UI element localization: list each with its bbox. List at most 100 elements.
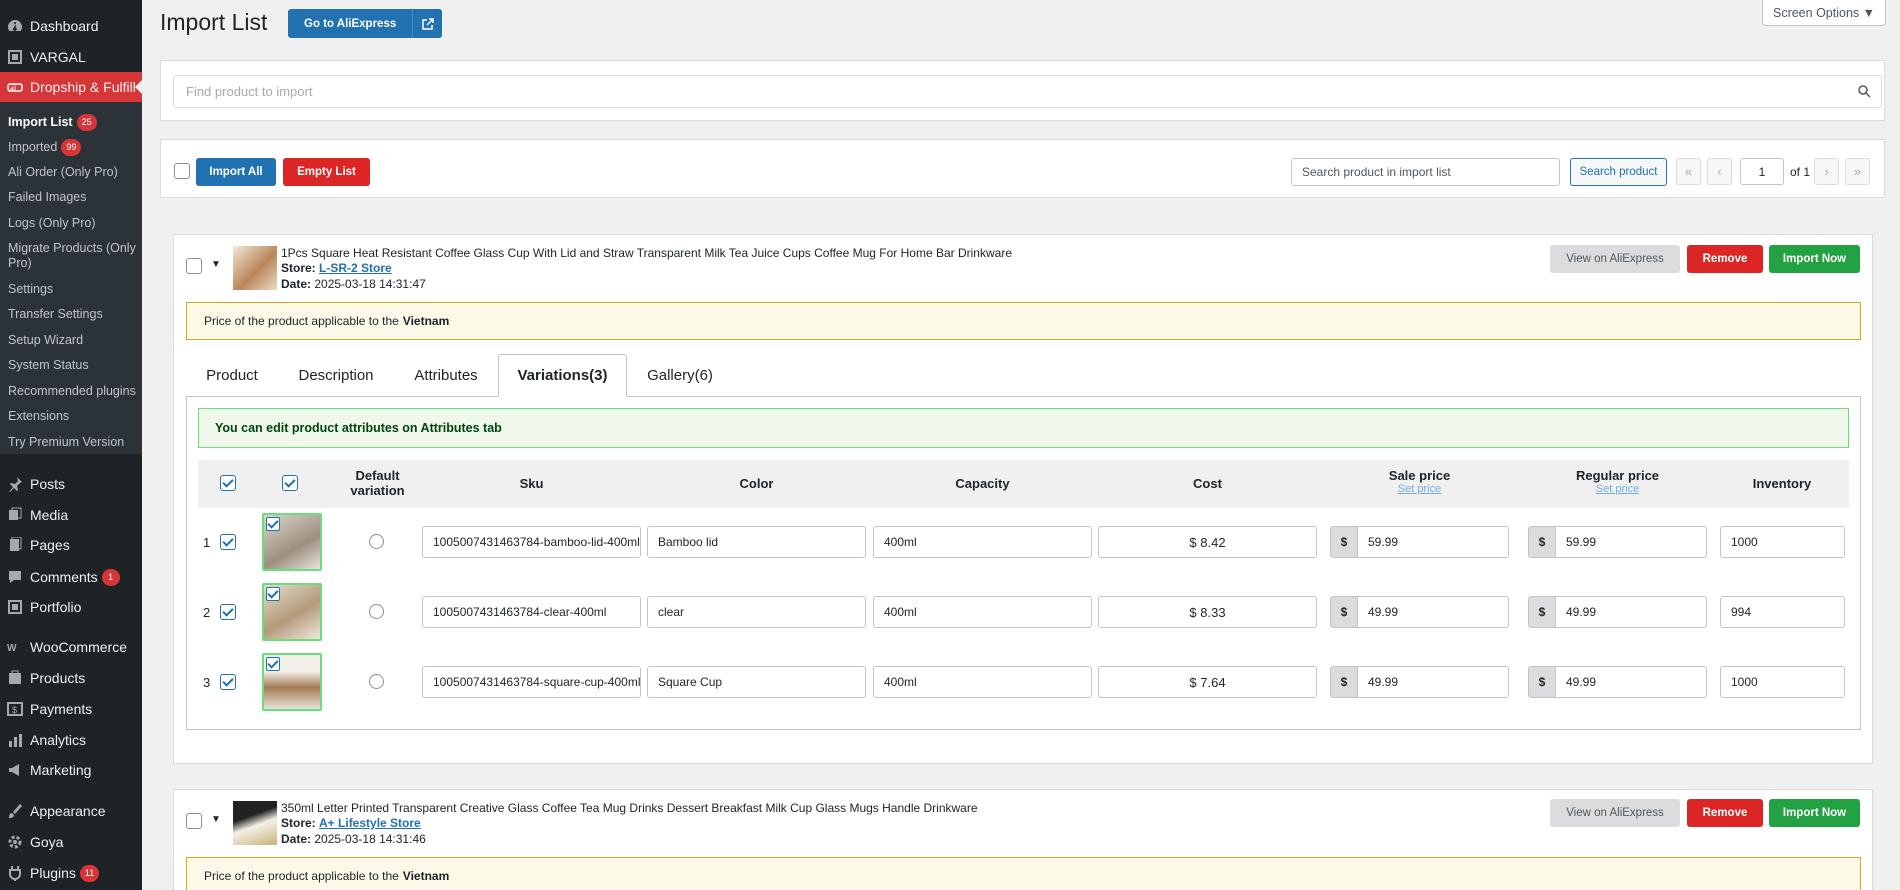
sidebar-item-analytics[interactable]: Analytics [0,725,142,755]
submenu-settings[interactable]: Settings [8,282,136,297]
sidebar-item-plugins[interactable]: Plugins 11 [0,858,142,888]
caret-down-icon[interactable]: ▼ [211,814,221,825]
last-page-button[interactable]: » [1845,158,1870,185]
select-all-images-checkbox[interactable] [282,475,298,491]
sale-price-input[interactable]: 49.99 [1357,596,1509,628]
set-regular-price-link[interactable]: Set price [1526,483,1709,495]
remove-button[interactable]: Remove [1687,799,1763,827]
sidebar-item-goya[interactable]: Goya [0,827,142,857]
go-to-aliexpress-button[interactable]: Go to AliExpress [288,9,443,38]
submenu-system-status[interactable]: System Status [8,358,136,373]
thumbnail-check-icon[interactable] [266,587,280,601]
sidebar-item-dashboard[interactable]: Dashboard [0,11,142,41]
color-input[interactable]: Bamboo lid [647,526,866,558]
sku-input[interactable]: 1005007431463784-clear-400ml [422,596,641,628]
submenu-extensions[interactable]: Extensions [8,409,136,424]
sidebar-item-posts[interactable]: Posts [0,469,142,499]
submenu-failed-images[interactable]: Failed Images [8,190,136,205]
submenu-import-list[interactable]: Import List 25 [8,114,136,131]
tab-description[interactable]: Description [285,354,387,397]
screen-options-button[interactable]: Screen Options ▼ [1762,0,1886,26]
import-now-button[interactable]: Import Now [1769,799,1860,827]
caret-down-icon[interactable]: ▼ [211,259,221,270]
page-total: of 1 [1790,165,1811,179]
page-number-input[interactable]: 1 [1740,158,1784,185]
sidebar-item-products[interactable]: Products [0,663,142,693]
sidebar-item-pages[interactable]: Pages [0,530,142,560]
sidebar-item-vargal[interactable]: VARGAL [0,42,142,72]
thumbnail-check-icon[interactable] [266,657,280,671]
row-checkbox[interactable] [220,534,236,550]
search-icon[interactable] [1858,85,1871,101]
row-number: 2 [203,605,211,620]
submenu-imported[interactable]: Imported 99 [8,139,136,156]
capacity-input[interactable]: 400ml [873,666,1092,698]
variation-thumbnail[interactable] [262,583,322,641]
capacity-input[interactable]: 400ml [873,596,1092,628]
submenu-recommended-plugins[interactable]: Recommended plugins [8,384,136,399]
submenu-setup-wizard[interactable]: Setup Wizard [8,333,136,348]
inventory-input[interactable]: 994 [1720,596,1845,628]
variation-thumbnail[interactable] [262,653,322,711]
select-all-variations-checkbox[interactable] [220,475,236,491]
tab-product[interactable]: Product [194,354,270,397]
submenu-ali-order[interactable]: Ali Order (Only Pro) [8,165,136,180]
sale-price-input[interactable]: 59.99 [1357,526,1509,558]
sidebar-item-payments[interactable]: $ Payments [0,694,142,724]
color-input[interactable]: clear [647,596,866,628]
sidebar-item-media[interactable]: Media [0,500,142,530]
row-checkbox[interactable] [220,674,236,690]
select-all-checkbox[interactable] [174,163,190,179]
search-import-list-input[interactable]: Search product in import list [1291,158,1560,186]
first-page-button[interactable]: « [1676,158,1701,185]
regular-price-input[interactable]: 49.99 [1555,596,1707,628]
dropship-submenu: Import List 25 Imported 99 Ali Order (Only… [0,102,142,454]
submenu-try-premium[interactable]: Try Premium Version [8,435,136,450]
tab-attributes[interactable]: Attributes [400,354,492,397]
tab-gallery[interactable]: Gallery(6) [637,354,723,397]
row-number: 3 [203,675,211,690]
thumbnail-check-icon[interactable] [266,517,280,531]
sidebar-item-appearance[interactable]: Appearance [0,796,142,826]
sidebar-item-portfolio[interactable]: Portfolio [0,592,142,622]
empty-list-button[interactable]: Empty List [283,158,370,186]
color-input[interactable]: Square Cup [647,666,866,698]
regular-price-input[interactable]: 49.99 [1555,666,1707,698]
submenu-migrate-products[interactable]: Migrate Products (Only Pro) [8,241,136,271]
search-product-button[interactable]: Search product [1570,158,1667,186]
sidebar-item-comments[interactable]: Comments 1 [0,562,142,592]
inventory-input[interactable]: 1000 [1720,666,1845,698]
default-variation-radio[interactable] [369,604,384,619]
store-link[interactable]: A+ Lifestyle Store [319,816,421,830]
sku-input[interactable]: 1005007431463784-bamboo-lid-400ml [422,526,641,558]
row-checkbox[interactable] [220,604,236,620]
prev-page-button[interactable]: ‹ [1707,158,1732,185]
import-all-button[interactable]: Import All [196,158,276,186]
sidebar-item-woocommerce[interactable]: W WooCommerce [0,632,142,662]
sku-input[interactable]: 1005007431463784-square-cup-400ml [422,666,641,698]
default-variation-radio[interactable] [369,534,384,549]
product-select-checkbox[interactable] [186,258,202,274]
header-default-variation: Default variation [350,468,405,498]
sale-price-input[interactable]: 49.99 [1357,666,1509,698]
view-on-aliexpress-button[interactable]: View on AliExpress [1550,799,1680,827]
store-link[interactable]: L-SR-2 Store [319,261,392,275]
capacity-input[interactable]: 400ml [873,526,1092,558]
import-now-button[interactable]: Import Now [1769,245,1860,273]
set-sale-price-link[interactable]: Set price [1328,483,1511,495]
regular-price-input[interactable]: 59.99 [1555,526,1707,558]
variation-thumbnail[interactable] [262,513,322,571]
view-on-aliexpress-button[interactable]: View on AliExpress [1550,245,1680,273]
submenu-logs[interactable]: Logs (Only Pro) [8,216,136,231]
product-store: Store: L-SR-2 Store [281,261,392,275]
next-page-button[interactable]: › [1814,158,1839,185]
submenu-transfer-settings[interactable]: Transfer Settings [8,307,136,322]
product-select-checkbox[interactable] [186,813,202,829]
tab-variations[interactable]: Variations(3) [498,354,627,397]
sidebar-item-marketing[interactable]: Marketing [0,755,142,785]
find-product-input[interactable]: Find product to import [173,75,1882,108]
default-variation-radio[interactable] [369,674,384,689]
sidebar-item-dropship[interactable]: ali Dropship & Fulfill [0,72,142,102]
inventory-input[interactable]: 1000 [1720,526,1845,558]
remove-button[interactable]: Remove [1687,245,1763,273]
